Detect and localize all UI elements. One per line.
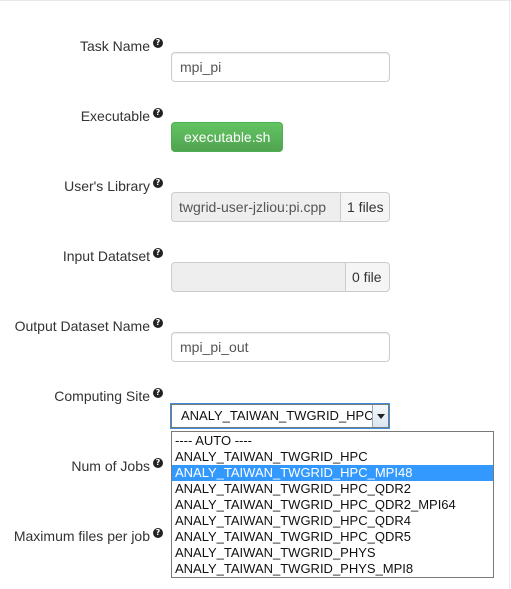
output-dataset-label: Output Dataset Name <box>14 318 150 334</box>
computing-site-option[interactable]: ANALY_TAIWAN_TWGRID_HPC_QDR4 <box>172 513 493 529</box>
chevron-down-icon[interactable] <box>372 405 388 427</box>
help-icon[interactable]: ? <box>153 318 163 328</box>
help-icon[interactable]: ? <box>153 248 163 258</box>
help-icon[interactable]: ? <box>153 178 163 188</box>
computing-site-option[interactable]: ANALY_TAIWAN_TWGRID_PHYS <box>172 545 493 561</box>
help-icon[interactable]: ? <box>153 528 163 538</box>
computing-site-option[interactable]: ANALY_TAIWAN_TWGRID_PHYS_MPI8 <box>172 561 493 577</box>
input-dataset-label: Input Datatset <box>62 248 150 264</box>
computing-site-select[interactable]: ANALY_TAIWAN_TWGRID_HPC_MPI48 <box>170 403 390 429</box>
max-files-per-job-label: Maximum files per job <box>13 528 150 544</box>
computing-site-option[interactable]: ANALY_TAIWAN_TWGRID_HPC_QDR2 <box>172 481 493 497</box>
input-dataset-group: 0 file <box>171 262 390 292</box>
computing-site-option[interactable]: ANALY_TAIWAN_TWGRID_HPC_QDR5 <box>172 529 493 545</box>
help-icon[interactable]: ? <box>153 458 163 468</box>
computing-site-option[interactable]: ANALY_TAIWAN_TWGRID_HPC_MPI48 <box>172 465 493 481</box>
computing-site-option[interactable]: ---- AUTO ---- <box>172 433 493 449</box>
input-dataset-count: 0 file <box>345 262 390 292</box>
input-dataset-field[interactable] <box>171 262 345 292</box>
executable-file-button[interactable]: executable.sh <box>171 122 283 152</box>
output-dataset-input[interactable]: mpi_pi_out <box>171 332 390 362</box>
users-library-count: 1 files <box>340 192 390 222</box>
computing-site-selected-value: ANALY_TAIWAN_TWGRID_HPC_MPI48 <box>181 408 388 423</box>
num-of-jobs-label: Num of Jobs <box>71 458 150 474</box>
top-divider <box>0 0 511 1</box>
executable-label: Executable <box>80 108 150 124</box>
task-name-label: Task Name <box>79 38 150 54</box>
right-divider <box>509 0 510 589</box>
computing-site-label: Computing Site <box>54 388 150 404</box>
computing-site-option[interactable]: ANALY_TAIWAN_TWGRID_HPC <box>172 449 493 465</box>
job-submission-form: Task Name ? mpi_pi Executable ? executab… <box>0 0 511 589</box>
help-icon[interactable]: ? <box>153 108 163 118</box>
users-library-field[interactable]: twgrid-user-jzliou:pi.cpp <box>171 192 340 222</box>
help-icon[interactable]: ? <box>153 388 163 398</box>
computing-site-options-list: ---- AUTO ---- ANALY_TAIWAN_TWGRID_HPC ANA… <box>171 431 494 578</box>
task-name-input[interactable]: mpi_pi <box>171 52 390 82</box>
users-library-label: User's Library <box>64 178 150 194</box>
users-library-group: twgrid-user-jzliou:pi.cpp 1 files <box>171 192 390 222</box>
computing-site-option[interactable]: ANALY_TAIWAN_TWGRID_HPC_QDR2_MPI64 <box>172 497 493 513</box>
help-icon[interactable]: ? <box>153 38 163 48</box>
